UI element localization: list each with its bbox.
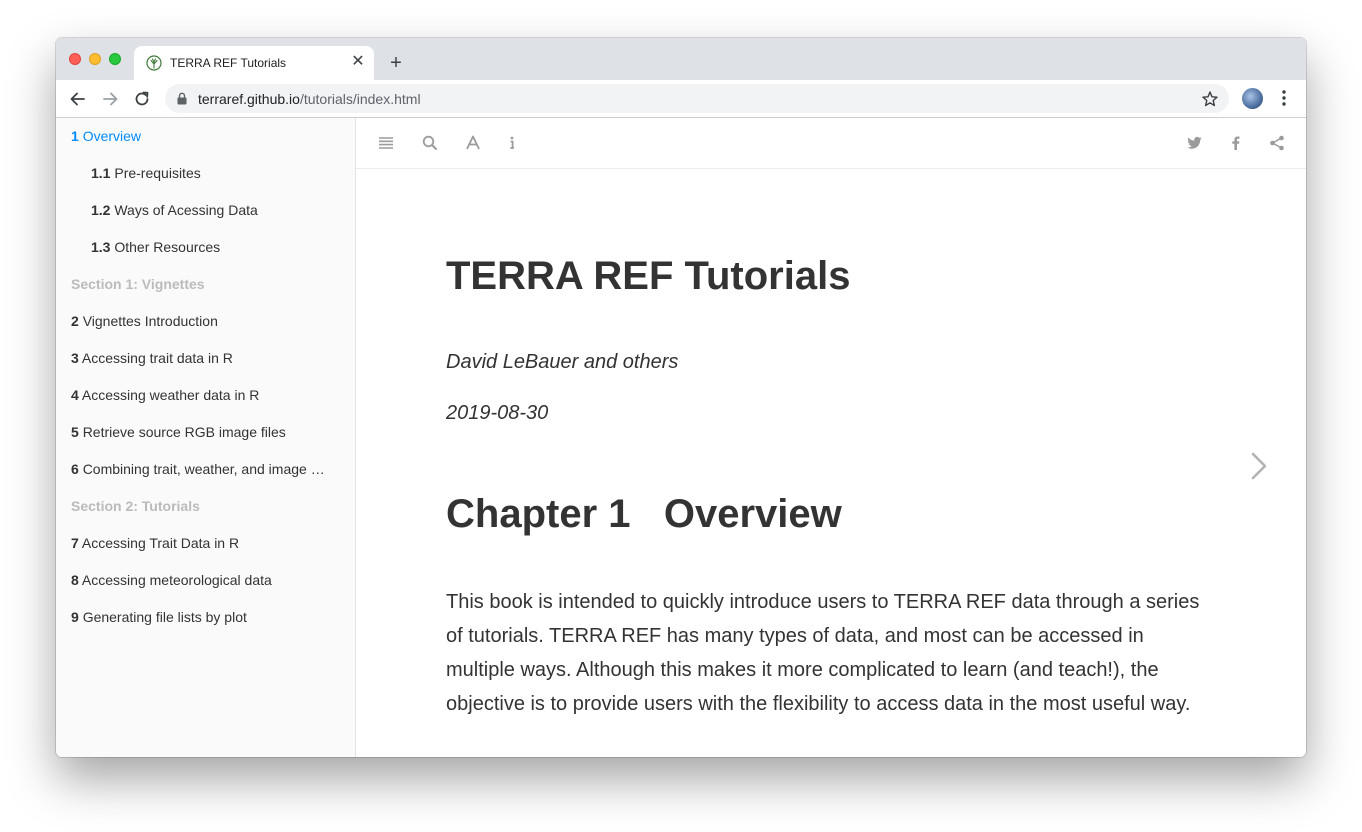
info-icon[interactable] — [503, 134, 521, 152]
zoom-window-button[interactable] — [109, 53, 121, 65]
toc-item[interactable]: 4 Accessing weather data in R — [71, 387, 259, 403]
url-host: terraref.github.io — [198, 91, 300, 107]
browser-toolbar: terraref.github.io/tutorials/index.html — [56, 80, 1306, 118]
toc-item-label: Accessing meteorological data — [81, 572, 272, 588]
toc-item-number: 1.3 — [91, 239, 111, 255]
address-bar[interactable]: terraref.github.io/tutorials/index.html — [165, 84, 1229, 113]
browser-window: TERRA REF Tutorials ✕ + terraref.github.… — [56, 38, 1306, 757]
new-tab-button[interactable]: + — [384, 52, 408, 76]
toc-item-number: 1.1 — [91, 165, 111, 181]
book-author: David LeBauer and others — [446, 351, 679, 373]
toc-item[interactable]: 5 Retrieve source RGB image files — [71, 424, 286, 440]
toc-item[interactable]: 1.1 Pre-requisites — [91, 165, 201, 181]
facebook-icon[interactable] — [1227, 134, 1245, 152]
toc-item-label: Other Resources — [114, 239, 221, 255]
toc-item-label: Generating file lists by plot — [82, 609, 247, 625]
book-content: TERRA REF Tutorials David LeBauer and ot… — [356, 118, 1306, 757]
toc-item-number: 7 — [71, 535, 79, 551]
toc-item[interactable]: 1.3 Other Resources — [91, 239, 220, 255]
intro-paragraph: This book is intended to quickly introdu… — [446, 591, 1200, 715]
lock-icon[interactable] — [176, 92, 188, 105]
url-text[interactable]: terraref.github.io/tutorials/index.html — [198, 91, 421, 107]
font-settings-icon[interactable] — [464, 134, 482, 152]
toc-item-number: 4 — [71, 387, 79, 403]
search-icon[interactable] — [421, 134, 439, 152]
bookmark-star-icon[interactable] — [1201, 90, 1219, 108]
reload-icon[interactable] — [132, 89, 152, 109]
toc-item[interactable]: 1 Overview — [71, 128, 141, 144]
back-arrow-icon[interactable] — [68, 89, 88, 109]
twitter-icon[interactable] — [1186, 134, 1204, 152]
more-menu-icon[interactable] — [1275, 88, 1293, 108]
profile-avatar[interactable] — [1242, 88, 1263, 109]
forward-arrow-icon[interactable] — [100, 89, 120, 109]
toc-item-label: Section 1: Vignettes — [71, 276, 205, 292]
chapter-title: Chapter 1 Overview — [446, 492, 842, 536]
terraref-favicon-icon — [146, 55, 162, 71]
toc-sidebar: 1 Overview 1.1 Pre-requisites 1.2 Ways of … — [56, 118, 356, 757]
toc-section-header: Section 2: Tutorials — [71, 498, 200, 514]
toc-item-label: Pre-requisites — [114, 165, 201, 181]
toc-item-number: 1 — [71, 128, 79, 144]
tab-title: TERRA REF Tutorials — [170, 56, 287, 70]
share-icon[interactable] — [1268, 134, 1286, 152]
toc-item-label: Overview — [82, 128, 142, 144]
toc-item[interactable]: 1.2 Ways of Acessing Data — [91, 202, 258, 218]
toc-item-number: 3 — [71, 350, 79, 366]
toc-item-label: Combining trait, weather, and image … — [82, 461, 325, 477]
toc-toggle-icon[interactable] — [377, 134, 395, 152]
toc-item[interactable]: 7 Accessing Trait Data in R — [71, 535, 239, 551]
toc-item[interactable]: 8 Accessing meteorological data — [71, 572, 272, 588]
close-window-button[interactable] — [69, 53, 81, 65]
browser-tab[interactable]: TERRA REF Tutorials ✕ — [134, 46, 374, 80]
toc-item-label: Accessing weather data in R — [81, 387, 260, 403]
toc-item-label: Accessing trait data in R — [81, 350, 233, 366]
toc-item-label: Accessing Trait Data in R — [81, 535, 240, 551]
toc-item-number: 2 — [71, 313, 79, 329]
toc-section-header: Section 1: Vignettes — [71, 276, 205, 292]
tab-strip: TERRA REF Tutorials ✕ + — [56, 38, 1306, 80]
toc-item-number: 8 — [71, 572, 79, 588]
toc-item-number: 5 — [71, 424, 79, 440]
toc-item[interactable]: 3 Accessing trait data in R — [71, 350, 233, 366]
toc-item-number: 6 — [71, 461, 79, 477]
toc-item-label: Ways of Acessing Data — [114, 202, 258, 218]
toc-item[interactable]: 9 Generating file lists by plot — [71, 609, 247, 625]
tab-close-icon[interactable]: ✕ — [348, 52, 368, 72]
next-page-chevron-icon[interactable] — [1249, 450, 1271, 482]
book-date: 2019-08-30 — [446, 402, 549, 424]
toc-item[interactable]: 2 Vignettes Introduction — [71, 313, 218, 329]
toc-item-label: Retrieve source RGB image files — [82, 424, 286, 440]
url-path: /tutorials/index.html — [299, 91, 421, 107]
toc-item-label: Section 2: Tutorials — [71, 498, 200, 514]
toc-item[interactable]: 6 Combining trait, weather, and image … — [71, 461, 325, 477]
book-toolbar — [356, 118, 1306, 169]
book-title: TERRA REF Tutorials — [446, 254, 851, 298]
toc-item-number: 1.2 — [91, 202, 111, 218]
toc-item-number: 9 — [71, 609, 79, 625]
minimize-window-button[interactable] — [89, 53, 101, 65]
toc-item-label: Vignettes Introduction — [82, 313, 218, 329]
